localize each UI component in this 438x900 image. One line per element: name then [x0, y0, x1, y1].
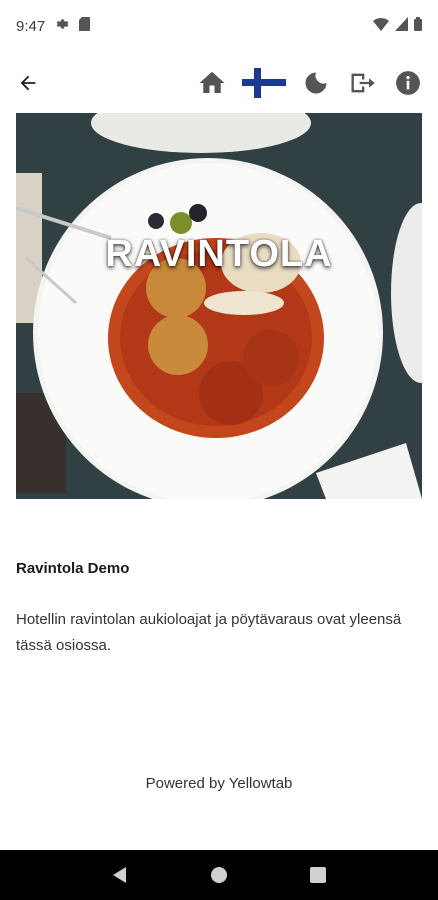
status-bar: 9:47 [0, 0, 438, 52]
toolbar-actions [196, 67, 424, 99]
status-left: 9:47 [16, 17, 91, 35]
language-button[interactable] [242, 67, 286, 99]
status-time: 9:47 [16, 17, 46, 35]
gear-icon [55, 17, 69, 35]
content-title: Ravintola Demo [16, 560, 130, 577]
nav-recents-button[interactable] [303, 860, 333, 890]
powered-by-text: Powered by Yellowtab [145, 775, 293, 792]
arrow-left-icon [20, 75, 36, 91]
hero-banner: RAVINTOLA [16, 113, 422, 499]
logout-button[interactable] [346, 67, 378, 99]
sim-card-icon [79, 17, 91, 35]
home-button[interactable] [196, 67, 228, 99]
logout-icon [351, 73, 375, 93]
back-button[interactable] [14, 69, 42, 97]
content-section: Ravintola Demo Hotellin ravintolan aukio… [16, 560, 422, 659]
moon-icon [305, 72, 327, 94]
circle-home-icon [210, 867, 227, 883]
finland-flag-icon [242, 68, 286, 98]
battery-icon [414, 17, 422, 35]
wifi-icon [373, 17, 389, 35]
nav-home-button[interactable] [204, 860, 234, 890]
nav-back-button[interactable] [105, 860, 135, 890]
hero-title: RAVINTOLA [105, 233, 333, 275]
dark-mode-button[interactable] [300, 67, 332, 99]
info-icon [396, 71, 420, 95]
home-icon [199, 71, 225, 93]
toolbar [0, 60, 438, 106]
triangle-back-icon [112, 867, 126, 883]
content-description: Hotellin ravintolan aukioloajat ja pöytä… [16, 611, 402, 654]
android-nav-bar [0, 850, 438, 900]
status-right [373, 17, 422, 35]
info-button[interactable] [392, 67, 424, 99]
square-recents-icon [310, 867, 327, 883]
cell-signal-icon [395, 17, 408, 35]
food-photo [16, 113, 422, 499]
